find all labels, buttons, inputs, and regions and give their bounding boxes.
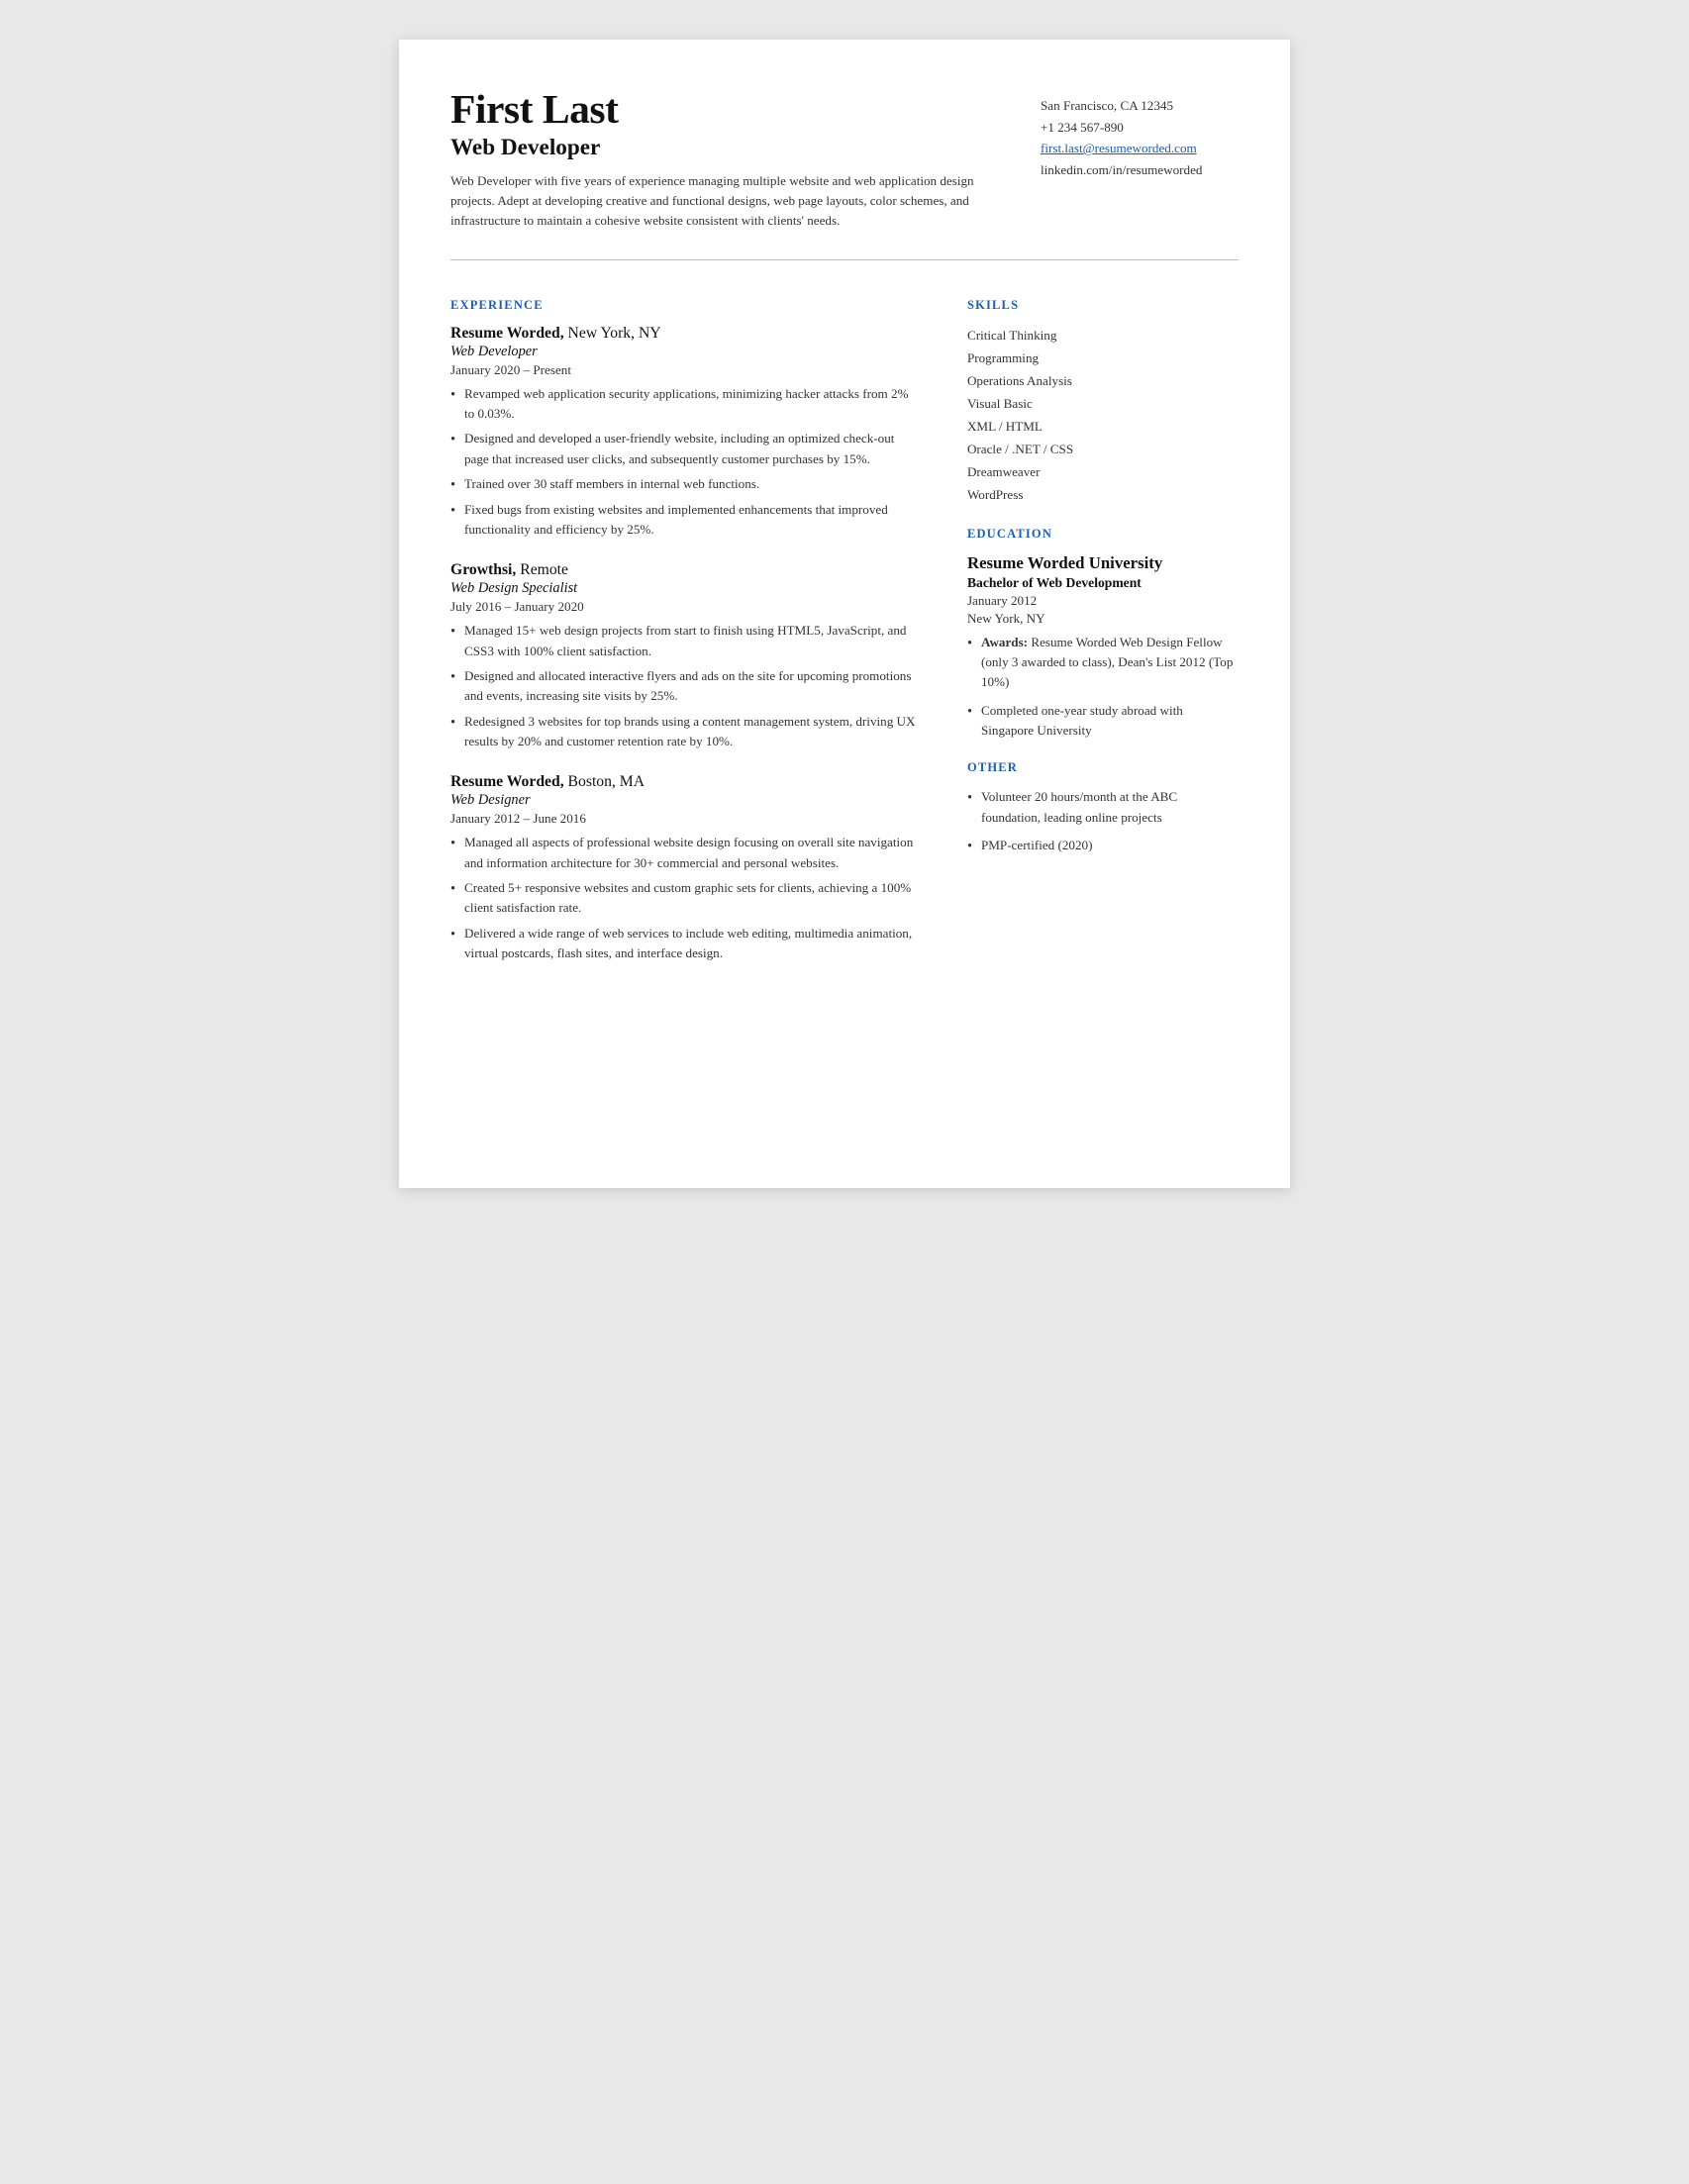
exp-dates-3: January 2012 – June 2016 [450, 811, 918, 827]
exp-company-1: Resume Worded, New York, NY [450, 325, 918, 343]
skill-item: Operations Analysis [967, 370, 1239, 393]
list-item: Completed one-year study abroad with Sin… [967, 701, 1239, 742]
list-item: Fixed bugs from existing websites and im… [450, 500, 918, 541]
exp-bullets-3: Managed all aspects of professional webs… [450, 833, 918, 963]
resume-page: First Last Web Developer Web Developer w… [399, 40, 1290, 1188]
contact-phone: +1 234 567-890 [1041, 117, 1239, 139]
exp-dates-2: July 2016 – January 2020 [450, 599, 918, 615]
exp-company-2: Growthsi, Remote [450, 561, 918, 579]
edu-award-label: Awards: [981, 635, 1028, 649]
exp-dates-1: January 2020 – Present [450, 362, 918, 378]
edu-location: New York, NY [967, 611, 1239, 627]
list-item: Designed and allocated interactive flyer… [450, 666, 918, 707]
list-item: Volunteer 20 hours/month at the ABC foun… [967, 787, 1239, 828]
skills-section-heading: SKILLS [967, 298, 1239, 313]
exp-role-2: Web Design Specialist [450, 580, 918, 597]
experience-section-heading: EXPERIENCE [450, 298, 918, 313]
skill-item: XML / HTML [967, 416, 1239, 439]
skill-item: Oracle / .NET / CSS [967, 439, 1239, 461]
skills-list: Critical Thinking Programming Operations… [967, 325, 1239, 507]
skill-item: Programming [967, 347, 1239, 370]
contact-location: San Francisco, CA 12345 [1041, 95, 1239, 117]
header-section: First Last Web Developer Web Developer w… [450, 87, 1239, 232]
list-item: Designed and developed a user-friendly w… [450, 429, 918, 469]
education-section-heading: EDUCATION [967, 527, 1239, 542]
email-link[interactable]: first.last@resumeworded.com [1041, 141, 1197, 155]
left-column: EXPERIENCE Resume Worded, New York, NY W… [450, 278, 918, 986]
list-item: Managed 15+ web design projects from sta… [450, 621, 918, 661]
list-item: PMP-certified (2020) [967, 836, 1239, 855]
candidate-name: First Last [450, 87, 975, 133]
list-item: Redesigned 3 websites for top brands usi… [450, 712, 918, 752]
other-bullets: Volunteer 20 hours/month at the ABC foun… [967, 787, 1239, 855]
list-item: Created 5+ responsive websites and custo… [450, 878, 918, 919]
other-section-heading: OTHER [967, 760, 1239, 775]
contact-info: San Francisco, CA 12345 +1 234 567-890 f… [1041, 87, 1239, 232]
candidate-title: Web Developer [450, 135, 975, 161]
exp-company-3: Resume Worded, Boston, MA [450, 773, 918, 791]
experience-item-2: Growthsi, Remote Web Design Specialist J… [450, 561, 918, 751]
skill-item: Visual Basic [967, 393, 1239, 416]
skill-item: WordPress [967, 484, 1239, 507]
edu-other-text: Completed one-year study abroad with Sin… [981, 703, 1183, 738]
list-item: Managed all aspects of professional webs… [450, 833, 918, 873]
header-left: First Last Web Developer Web Developer w… [450, 87, 975, 232]
experience-item-1: Resume Worded, New York, NY Web Develope… [450, 325, 918, 540]
exp-bullets-2: Managed 15+ web design projects from sta… [450, 621, 918, 751]
contact-linkedin: linkedin.com/in/resumeworded [1041, 159, 1239, 181]
list-item: Awards: Resume Worded Web Design Fellow … [967, 633, 1239, 693]
skill-item: Critical Thinking [967, 325, 1239, 347]
list-item: Delivered a wide range of web services t… [450, 924, 918, 964]
candidate-summary: Web Developer with five years of experie… [450, 171, 975, 232]
edu-degree: Bachelor of Web Development [967, 575, 1239, 591]
exp-role-3: Web Designer [450, 792, 918, 809]
edu-bullets: Awards: Resume Worded Web Design Fellow … [967, 633, 1239, 742]
experience-item-3: Resume Worded, Boston, MA Web Designer J… [450, 773, 918, 963]
edu-date: January 2012 [967, 593, 1239, 609]
list-item: Revamped web application security applic… [450, 384, 918, 425]
edu-school: Resume Worded University [967, 553, 1239, 573]
skill-item: Dreamweaver [967, 461, 1239, 484]
list-item: Trained over 30 staff members in interna… [450, 474, 918, 494]
exp-role-1: Web Developer [450, 344, 918, 360]
exp-bullets-1: Revamped web application security applic… [450, 384, 918, 540]
header-divider [450, 259, 1239, 260]
two-column-layout: EXPERIENCE Resume Worded, New York, NY W… [450, 278, 1239, 986]
contact-email[interactable]: first.last@resumeworded.com [1041, 138, 1239, 159]
right-column: SKILLS Critical Thinking Programming Ope… [957, 278, 1239, 986]
